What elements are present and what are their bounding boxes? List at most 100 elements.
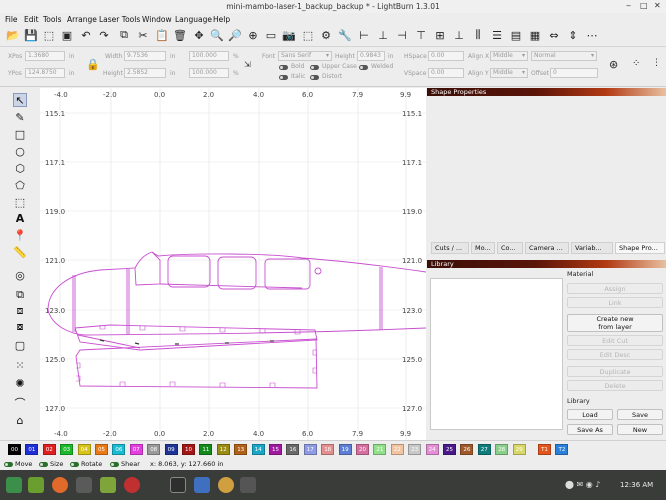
offset-field[interactable]: 0 xyxy=(550,68,598,78)
color-swatch-14[interactable]: 14 xyxy=(251,444,265,455)
minimize-button[interactable]: ‒ xyxy=(626,1,631,10)
move-toggle[interactable] xyxy=(4,462,13,467)
color-swatch-25[interactable]: 25 xyxy=(443,444,456,455)
link-button[interactable]: Link xyxy=(567,297,663,308)
align-middle-icon[interactable]: ⊞ xyxy=(433,28,447,42)
align-top-icon[interactable]: ⊤ xyxy=(414,28,428,42)
frame-tool-icon[interactable]: ⬚ xyxy=(13,195,27,209)
edit-cut-button[interactable]: Edit Cut xyxy=(567,335,663,346)
align-center-icon[interactable]: ⊥ xyxy=(376,28,390,42)
library-save-as-button[interactable]: Save As xyxy=(567,424,613,435)
menu-edit[interactable]: Edit xyxy=(24,15,39,24)
canvas-drawing[interactable]: -4.0 -2.0 0.0 2.0 4.0 6.0 7.9 9.9 -4.0 -… xyxy=(40,88,427,440)
color-swatch-21[interactable]: 21 xyxy=(373,444,387,455)
cut-shapes-icon[interactable]: ⌒ xyxy=(13,396,27,410)
duplicate-button[interactable]: Duplicate xyxy=(567,366,663,377)
align-x-select[interactable]: Middle xyxy=(490,51,528,61)
menu-icon[interactable] xyxy=(6,477,22,493)
menu-window[interactable]: Window xyxy=(142,15,172,24)
color-swatch-19[interactable]: 19 xyxy=(338,444,352,455)
lock-icon[interactable]: 🔒 xyxy=(86,58,100,71)
circular-array-icon[interactable]: ✺ xyxy=(13,376,27,390)
color-swatch-08[interactable]: 08 xyxy=(147,444,161,455)
preview-icon[interactable]: ▣ xyxy=(60,28,74,42)
ellipse-tool-icon[interactable]: ○ xyxy=(13,144,27,158)
color-swatch-22[interactable]: 22 xyxy=(390,444,404,455)
rectangle-tool-icon[interactable]: □ xyxy=(13,127,27,141)
align-bottom-icon[interactable]: ⊥ xyxy=(452,28,466,42)
color-swatch-29[interactable]: 29 xyxy=(512,444,526,455)
size-toggle[interactable] xyxy=(39,462,48,467)
edit-desc-button[interactable]: Edit Desc xyxy=(567,349,663,360)
distribute-h-icon[interactable]: ⫼ xyxy=(471,28,485,42)
bold-toggle[interactable] xyxy=(279,65,288,70)
color-swatch-03[interactable]: 03 xyxy=(60,444,74,455)
align-y-select[interactable]: Middle xyxy=(490,68,528,78)
color-swatch-17[interactable]: 17 xyxy=(303,444,317,455)
color-swatch-10[interactable]: 10 xyxy=(182,444,195,455)
color-swatch-12[interactable]: 12 xyxy=(216,444,230,455)
undo-icon[interactable]: ↶ xyxy=(79,28,93,42)
shear-toggle[interactable] xyxy=(110,462,119,467)
delete-button[interactable]: Delete xyxy=(567,380,663,391)
tab-variables[interactable]: Variab... xyxy=(571,242,613,254)
design-canvas[interactable]: -4.0 -2.0 0.0 2.0 4.0 6.0 7.9 9.9 -4.0 -… xyxy=(40,88,427,440)
app4-icon[interactable] xyxy=(240,477,256,493)
create-new-from-layer-button[interactable]: Create new from layer xyxy=(567,314,663,332)
color-swatch-00[interactable]: 00 xyxy=(8,444,21,455)
color-swatch-15[interactable]: 15 xyxy=(269,444,282,455)
position-pin-icon[interactable]: 📍 xyxy=(13,228,27,242)
color-swatch-13[interactable]: 13 xyxy=(234,444,248,455)
align-left-icon[interactable]: ⊢ xyxy=(357,28,371,42)
terminal-icon[interactable] xyxy=(76,477,92,493)
more-icon[interactable]: ⋮ xyxy=(652,58,661,68)
width-field[interactable]: 9.7536 xyxy=(124,51,166,61)
dock-icon[interactable]: ⇕ xyxy=(566,28,580,42)
polygon-tool-icon[interactable]: ⬡ xyxy=(13,161,27,175)
scatter-icon[interactable]: ⁘ xyxy=(632,58,640,69)
move-together-icon[interactable]: ⇔ xyxy=(547,28,561,42)
open-folder-icon[interactable]: 📂 xyxy=(6,28,20,42)
zoom-in-icon[interactable]: 🔍 xyxy=(210,28,224,42)
color-swatch-18[interactable]: 18 xyxy=(321,444,335,455)
measure-icon[interactable]: 📏 xyxy=(13,245,27,259)
color-swatch-16[interactable]: 16 xyxy=(286,444,300,455)
copy-icon[interactable]: ⧉ xyxy=(117,28,131,42)
height-field[interactable]: 2.5852 xyxy=(124,68,166,78)
menu-language[interactable]: Language xyxy=(175,15,212,24)
redo-icon[interactable]: ↷ xyxy=(97,28,111,42)
weld-icon[interactable]: ▢ xyxy=(13,338,27,352)
boolean-subtract-icon[interactable]: ⧈ xyxy=(13,304,27,318)
color-swatch-24[interactable]: 24 xyxy=(425,444,439,455)
color-swatch-07[interactable]: 07 xyxy=(129,444,143,455)
library-list[interactable] xyxy=(430,278,563,430)
tray-icons[interactable]: ⬤ ✉ ◉ ♪ xyxy=(565,480,600,489)
color-swatch-01[interactable]: 01 xyxy=(25,444,39,455)
color-swatch-27[interactable]: 27 xyxy=(477,444,491,455)
close-button[interactable]: ✕ xyxy=(654,1,661,10)
color-swatch-04[interactable]: 04 xyxy=(77,444,91,455)
welded-toggle[interactable] xyxy=(359,65,368,70)
mirror-icon[interactable]: ⇲ xyxy=(244,60,251,69)
color-swatch-02[interactable]: 02 xyxy=(42,444,56,455)
tab-console[interactable]: Co... xyxy=(497,242,523,254)
boolean-union-icon[interactable]: ⧉ xyxy=(13,288,27,302)
offset-icon[interactable]: ◎ xyxy=(13,268,27,282)
zoom-out-icon[interactable]: 🔎 xyxy=(228,28,242,42)
files-icon[interactable] xyxy=(28,477,44,493)
move-pan-icon[interactable]: ✥ xyxy=(192,28,206,42)
delete-icon[interactable]: 🗑 xyxy=(173,28,187,42)
zoom-fit-icon[interactable]: ⊕ xyxy=(246,28,260,42)
menu-help[interactable]: Help xyxy=(213,15,230,24)
rotate-toggle[interactable] xyxy=(70,462,79,467)
color-swatch-09[interactable]: 09 xyxy=(164,444,178,455)
distort-toggle[interactable] xyxy=(310,75,319,80)
tab-shape-properties[interactable]: Shape Pro... xyxy=(615,242,665,254)
menu-file[interactable]: File xyxy=(5,15,18,24)
color-swatch-20[interactable]: 20 xyxy=(356,444,369,455)
cut-icon[interactable]: ✂ xyxy=(136,28,150,42)
upper-case-toggle[interactable] xyxy=(310,65,319,70)
save-icon[interactable]: 💾 xyxy=(24,28,38,42)
menu-laser-tools[interactable]: Laser Tools xyxy=(99,15,140,24)
font-select[interactable]: Sans Serif xyxy=(278,51,332,61)
